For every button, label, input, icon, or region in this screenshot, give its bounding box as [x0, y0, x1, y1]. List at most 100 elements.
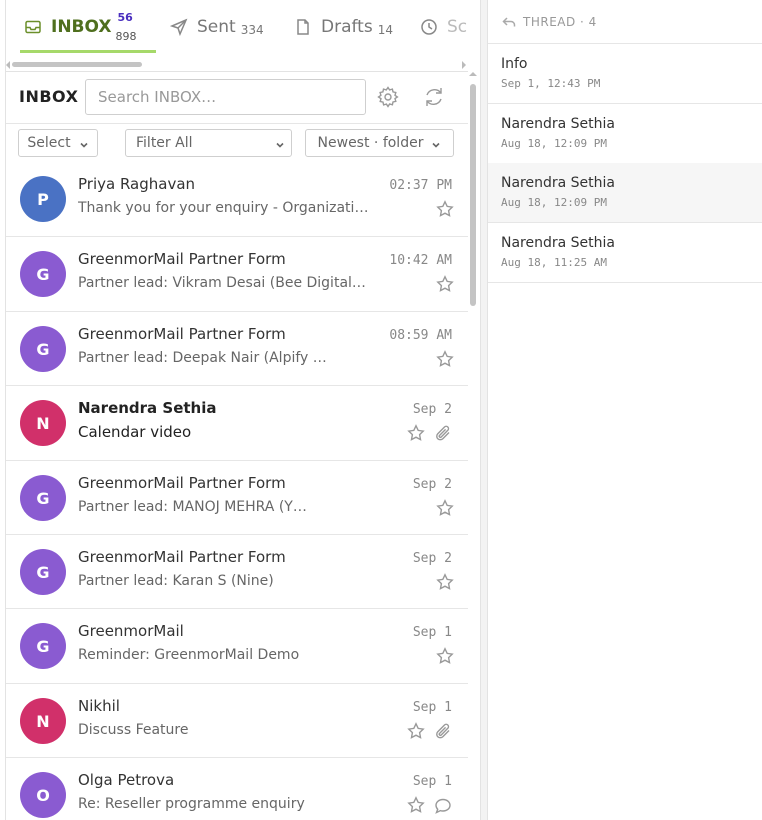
thread-item[interactable]: Narendra Sethia Aug 18, 12:09 PM: [488, 104, 762, 164]
gear-icon[interactable]: [376, 85, 400, 109]
star-icon[interactable]: [436, 200, 454, 218]
thread-item-sender: Info: [501, 56, 528, 72]
refresh-icon[interactable]: [422, 85, 446, 109]
list-vertical-scrollbar[interactable]: [469, 72, 477, 312]
avatar: O: [20, 772, 66, 818]
thread-item[interactable]: Narendra Sethia Aug 18, 11:25 AM: [488, 223, 762, 283]
sort-dropdown[interactable]: Newest · folder: [305, 129, 454, 157]
select-dropdown[interactable]: Select: [18, 129, 98, 157]
filter-bar: Select Filter All Newest · folder: [6, 124, 468, 162]
star-icon[interactable]: [436, 275, 454, 293]
inbox-total-count: 898: [115, 30, 137, 43]
avatar: N: [20, 698, 66, 744]
message-subject: Partner lead: Vikram Desai (Bee Digital…: [78, 275, 366, 291]
avatar: P: [20, 176, 66, 222]
thread-item-time: Sep 1, 12:43 PM: [501, 77, 601, 90]
message-row[interactable]: G GreenmorMail Partner Form Partner lead: …: [6, 534, 468, 608]
message-subject: Partner lead: Deepak Nair (Alpify …: [78, 350, 327, 366]
chevron-down-icon: [431, 138, 441, 148]
scroll-up-arrow[interactable]: [469, 72, 477, 76]
message-date: Sep 1: [412, 625, 452, 640]
scroll-thumb[interactable]: [12, 62, 142, 67]
message-row[interactable]: N Narendra Sethia Calendar video Sep 2: [6, 385, 468, 459]
message-row[interactable]: G GreenmorMail Partner Form Partner lead: …: [6, 460, 468, 534]
message-row[interactable]: G GreenmorMail Partner Form Partner lead: …: [6, 236, 468, 310]
active-tab-indicator: [20, 50, 156, 53]
document-icon: [297, 19, 309, 35]
thread-header: THREAD · 4: [488, 0, 762, 44]
folder-title: INBOX: [19, 87, 79, 106]
tabs-horizontal-scrollbar[interactable]: [6, 60, 468, 69]
avatar: G: [20, 549, 66, 595]
message-row[interactable]: N Nikhil Discuss Feature Sep 1: [6, 683, 468, 757]
avatar: G: [20, 623, 66, 669]
star-icon[interactable]: [407, 796, 425, 814]
comment-icon: [434, 797, 452, 815]
message-subject: Partner lead: MANOJ MEHRA (Y…: [78, 499, 307, 515]
thread-item[interactable]: Narendra Sethia Aug 18, 12:09 PM: [488, 163, 762, 224]
avatar: N: [20, 400, 66, 446]
message-list-pane: INBOX 56 898 Sent 334 Drafts 14 Sc INBOX…: [0, 0, 480, 820]
paperclip-icon: [434, 424, 452, 442]
star-icon[interactable]: [407, 722, 425, 740]
message-date: Sep 2: [412, 477, 452, 492]
message-subject: Re: Reseller programme enquiry: [78, 796, 305, 812]
star-icon[interactable]: [436, 350, 454, 368]
thread-item-sender: Narendra Sethia: [501, 175, 615, 192]
tab-sent[interactable]: Sent 334: [170, 0, 264, 54]
thread-item-time: Aug 18, 12:09 PM: [501, 196, 607, 210]
message-row[interactable]: G GreenmorMail Partner Form Partner lead: …: [6, 311, 468, 385]
thread-item-sender: Narendra Sethia: [501, 115, 615, 132]
thread-item[interactable]: Info Sep 1, 12:43 PM: [488, 44, 762, 104]
message-subject: Calendar video: [78, 423, 192, 441]
thread-item-time: Aug 18, 11:25 AM: [501, 255, 607, 269]
message-date: 10:42 AM: [389, 253, 452, 268]
tab-drafts[interactable]: Drafts 14: [294, 0, 393, 54]
star-icon[interactable]: [436, 499, 454, 517]
thread-pane: THREAD · 4 Info Sep 1, 12:43 PM Narendra S…: [488, 0, 762, 820]
chevron-down-icon: [275, 138, 285, 148]
list-toolbar: INBOX: [6, 72, 468, 124]
filter-dropdown-label: Filter All: [136, 135, 193, 151]
pane-divider[interactable]: [480, 0, 488, 820]
tab-scheduled[interactable]: Sc: [420, 0, 468, 54]
thread-item-sender: Narendra Sethia: [501, 234, 615, 251]
avatar: G: [20, 475, 66, 521]
chevron-down-icon: [79, 138, 89, 148]
message-list: P Priya Raghavan Thank you for your enquir…: [6, 162, 468, 820]
scroll-thumb[interactable]: [470, 84, 476, 306]
message-sender: GreenmorMail Partner Form: [78, 548, 286, 566]
star-icon[interactable]: [407, 424, 425, 442]
avatar: G: [20, 251, 66, 297]
paperclip-icon: [434, 722, 452, 740]
tab-inbox-label: INBOX: [51, 17, 112, 37]
tab-sent-label: Sent: [197, 17, 236, 37]
tab-drafts-count: 14: [377, 22, 393, 37]
message-subject: Thank you for your enquiry - Organizatio…: [78, 200, 373, 216]
message-date: Sep 2: [412, 551, 452, 566]
message-row[interactable]: G GreenmorMail Reminder: GreenmorMail Demo…: [6, 608, 468, 682]
thread-item-time: Aug 18, 12:09 PM: [501, 136, 607, 150]
message-row[interactable]: P Priya Raghavan Thank you for your enquir…: [6, 162, 468, 236]
scroll-right-arrow[interactable]: [462, 61, 466, 69]
message-sender: GreenmorMail: [78, 622, 184, 640]
clock-icon: [421, 19, 437, 35]
sort-dropdown-label: Newest · folder: [317, 135, 424, 151]
message-date: Sep 2: [412, 402, 452, 417]
message-row[interactable]: O Olga Petrova Re: Reseller programme enqu…: [6, 757, 468, 820]
tab-sent-count: 334: [240, 22, 264, 37]
search-input[interactable]: [85, 79, 366, 115]
star-icon[interactable]: [436, 573, 454, 591]
send-icon: [170, 18, 188, 36]
message-date: Sep 1: [412, 700, 452, 715]
message-sender: GreenmorMail Partner Form: [78, 474, 286, 492]
tab-inbox[interactable]: INBOX 56 898: [24, 0, 151, 54]
message-sender: Nikhil: [78, 697, 120, 715]
message-subject: Reminder: GreenmorMail Demo: [78, 647, 300, 663]
scroll-left-arrow[interactable]: [6, 61, 10, 69]
star-icon[interactable]: [436, 647, 454, 665]
filter-dropdown[interactable]: Filter All: [125, 129, 292, 157]
tab-drafts-label: Drafts: [321, 17, 373, 37]
inbox-icon: [25, 20, 41, 34]
select-dropdown-label: Select: [27, 135, 71, 151]
